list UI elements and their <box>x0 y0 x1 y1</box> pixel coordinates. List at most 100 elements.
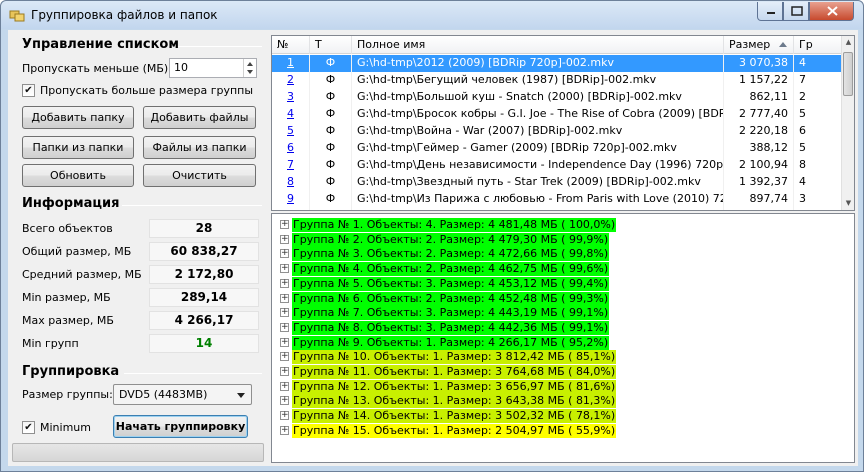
row-full-name: G:\hd-tmp\Кандагар (2010) [BDRip]-002.mk… <box>352 208 724 210</box>
expand-icon[interactable]: + <box>280 352 289 362</box>
row-number[interactable]: 6 <box>272 140 310 157</box>
table-row[interactable]: 6 Ф G:\hd-tmp\Геймер - Gamer (2009) [BDRip… <box>272 140 842 157</box>
row-type: Ф <box>310 174 352 191</box>
row-group: 12 <box>794 208 842 210</box>
row-size: 3 656,97 <box>724 208 794 210</box>
table-row[interactable]: 1 Ф G:\hd-tmp\2012 (2009) [BDRip 720p]-002… <box>272 55 842 72</box>
table-row[interactable]: 5 Ф G:\hd-tmp\Война - War (2007) [BDRip]-0… <box>272 123 842 140</box>
expand-icon[interactable]: + <box>280 396 289 406</box>
row-number[interactable]: 9 <box>272 191 310 208</box>
expand-icon[interactable]: + <box>280 308 289 318</box>
table-row[interactable]: 4 Ф G:\hd-tmp\Бросок кобры - G.I. Joe - Th… <box>272 106 842 123</box>
title-bar[interactable]: Группировка файлов и папок <box>1 1 863 29</box>
minimize-button[interactable] <box>757 2 783 21</box>
section-divider <box>124 373 262 374</box>
row-type: Ф <box>310 55 352 72</box>
section-divider <box>122 205 262 206</box>
table-row[interactable]: 2 Ф G:\hd-tmp\Бегущий человек (1987) [BDRi… <box>272 72 842 89</box>
avg-size-value: 2 172,80 <box>149 265 259 284</box>
add-files-button[interactable]: Добавить файлы <box>143 106 256 129</box>
row-size: 862,11 <box>724 89 794 106</box>
expand-icon[interactable]: + <box>280 234 289 244</box>
maximize-button[interactable] <box>783 2 809 21</box>
scroll-up-icon[interactable]: ▲ <box>842 36 854 49</box>
left-panel: Управление списком Пропускать меньше (МБ… <box>12 32 267 466</box>
chevron-down-icon <box>237 393 245 398</box>
row-type: Ф <box>310 140 352 157</box>
expand-icon[interactable]: + <box>280 411 289 421</box>
total-objects-value: 28 <box>149 219 259 238</box>
group-label: Группа № 1. Объекты: 4. Размер: 4 481,48… <box>292 218 617 232</box>
row-number[interactable]: 4 <box>272 106 310 123</box>
expand-icon[interactable]: + <box>280 425 289 435</box>
add-folder-button[interactable]: Добавить папку <box>22 106 134 129</box>
table-row[interactable]: 8 Ф G:\hd-tmp\Звездный путь - Star Trek (2… <box>272 174 842 191</box>
files-list[interactable]: № Т Полное имя Размер Гр 1 Ф G:\hd-tmp\201… <box>271 35 855 211</box>
row-group: 3 <box>794 191 842 208</box>
table-row[interactable]: 7 Ф G:\hd-tmp\День независимости - Indepen… <box>272 157 842 174</box>
files-from-folders-button[interactable]: Файлы из папки <box>143 136 256 159</box>
group-label: Группа № 13. Объекты: 1. Размер: 3 643,3… <box>292 394 617 409</box>
skip-less-spinner[interactable] <box>243 59 256 77</box>
column-header-type[interactable]: Т <box>310 36 352 54</box>
expand-icon[interactable]: + <box>280 337 289 347</box>
expand-icon[interactable]: + <box>280 278 289 288</box>
row-number[interactable]: 5 <box>272 123 310 140</box>
skip-larger-checkbox[interactable]: ✔ <box>22 84 35 97</box>
row-number[interactable]: 1 <box>272 55 310 72</box>
expand-icon[interactable]: + <box>280 322 289 332</box>
expand-icon[interactable]: + <box>280 367 289 376</box>
scrollbar-thumb[interactable] <box>843 52 853 96</box>
row-group: 5 <box>794 140 842 157</box>
row-type: Ф <box>310 123 352 140</box>
min-groups-value: 14 <box>149 334 259 353</box>
row-number[interactable]: 3 <box>272 89 310 106</box>
row-size: 2 777,40 <box>724 106 794 123</box>
refresh-button[interactable]: Обновить <box>22 164 134 187</box>
groups-tree[interactable]: + Группа № 1. Объекты: 4. Размер: 4 481,4… <box>271 213 855 463</box>
row-type: Ф <box>310 157 352 174</box>
row-full-name: G:\hd-tmp\День независимости - Independe… <box>352 157 724 174</box>
min-groups-label: Min групп <box>22 337 79 350</box>
table-row[interactable]: 3 Ф G:\hd-tmp\Большой куш - Snatch (2000) … <box>272 89 842 106</box>
column-header-group[interactable]: Гр <box>794 36 842 54</box>
skip-less-input[interactable]: 10 <box>169 58 257 78</box>
section-divider <box>178 46 262 47</box>
start-grouping-button[interactable]: Начать группировку <box>113 415 248 438</box>
folders-app-icon <box>9 10 25 22</box>
column-header-full-name[interactable]: Полное имя <box>352 36 724 54</box>
total-size-label: Общий размер, МБ <box>22 245 132 258</box>
group-label: Группа № 10. Объекты: 1. Размер: 3 812,4… <box>292 350 617 365</box>
column-header-number[interactable]: № <box>272 36 310 54</box>
row-number[interactable]: 10 <box>272 208 310 210</box>
list-scrollbar[interactable]: ▲ ▼ <box>841 36 854 210</box>
scroll-down-icon[interactable]: ▼ <box>842 197 854 210</box>
total-size-value: 60 838,27 <box>149 242 259 261</box>
row-number[interactable]: 8 <box>272 174 310 191</box>
expand-icon[interactable]: + <box>280 264 289 274</box>
clear-button[interactable]: Очистить <box>143 164 256 187</box>
expand-icon[interactable]: + <box>280 249 289 259</box>
row-group: 5 <box>794 106 842 123</box>
close-button[interactable] <box>809 2 854 21</box>
minimum-checkbox[interactable]: ✔ <box>22 421 35 434</box>
min-size-value: 289,14 <box>149 288 259 307</box>
minimum-label: Minimum <box>40 421 91 434</box>
column-header-size[interactable]: Размер <box>724 36 794 54</box>
table-row[interactable]: 10ФG:\hd-tmp\Кандагар (2010) [BDRip]-002… <box>272 208 842 210</box>
row-size: 897,74 <box>724 191 794 208</box>
expand-icon[interactable]: + <box>280 220 289 229</box>
expand-icon[interactable]: + <box>280 381 289 391</box>
table-row[interactable]: 9 Ф G:\hd-tmp\Из Парижа с любовью - From P… <box>272 191 842 208</box>
group-label: Группа № 12. Объекты: 1. Размер: 3 656,9… <box>292 379 617 394</box>
group-size-select[interactable]: DVD5 (4483MB) <box>113 384 252 405</box>
expand-icon[interactable]: + <box>280 293 289 303</box>
row-number[interactable]: 7 <box>272 157 310 174</box>
group-label: Группа № 4. Объекты: 2. Размер: 4 462,75… <box>292 262 610 277</box>
min-size-label: Min размер, МБ <box>22 291 111 304</box>
folders-from-folders-button[interactable]: Папки из папки <box>22 136 134 159</box>
row-full-name: G:\hd-tmp\Бросок кобры - G.I. Joe - The … <box>352 106 724 123</box>
sort-ascending-icon <box>779 42 787 47</box>
row-number[interactable]: 2 <box>272 72 310 89</box>
row-size: 1 392,37 <box>724 174 794 191</box>
